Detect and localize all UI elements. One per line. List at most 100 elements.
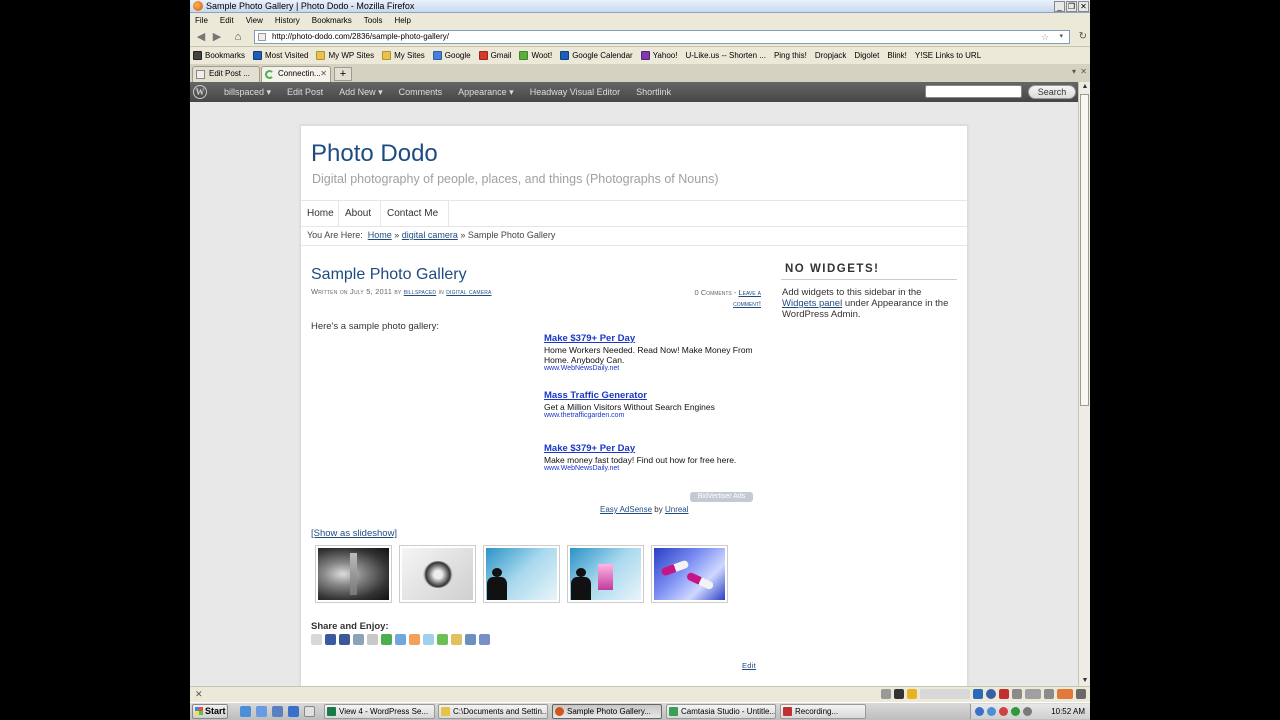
new-tab-button[interactable]: + xyxy=(334,67,352,81)
tray-icon[interactable] xyxy=(987,707,996,716)
bookmark-bookmarks[interactable]: Bookmarks xyxy=(193,51,245,60)
addon-icon[interactable] xyxy=(986,689,996,699)
admin-bar-add-new[interactable]: Add New ▾ xyxy=(339,87,383,98)
scroll-down-icon[interactable]: ▼ xyxy=(1080,676,1090,686)
ad-url[interactable]: www.thetrafficgarden.com xyxy=(544,412,764,419)
ad-url[interactable]: www.WebNewsDaily.net xyxy=(544,465,764,472)
ad-item[interactable]: Make $379+ Per Day Make money fast today… xyxy=(544,443,764,472)
rss-icon[interactable] xyxy=(451,634,462,645)
tray-icon[interactable] xyxy=(999,707,1008,716)
facebook-icon[interactable] xyxy=(339,634,350,645)
ad-item[interactable]: Make $379+ Per Day Home Workers Needed. … xyxy=(544,333,764,372)
bookmark-google-calendar[interactable]: Google Calendar xyxy=(560,51,633,60)
bookmark-digolet[interactable]: Digolet xyxy=(300,51,879,79)
bookmark-yahoo[interactable]: Yahoo! xyxy=(640,51,677,60)
nav-contact[interactable]: Contact Me xyxy=(381,201,449,227)
ad-title[interactable]: Mass Traffic Generator xyxy=(544,390,764,401)
leave-comment-link[interactable]: Leave a comment! xyxy=(733,288,761,308)
bookmark-woot[interactable]: Woot! xyxy=(519,51,552,60)
site-title[interactable]: Photo Dodo xyxy=(311,140,438,168)
taskbar-item-wordpress[interactable]: View 4 - WordPress Se... xyxy=(324,704,435,719)
close-button[interactable]: ✕ xyxy=(1078,1,1089,12)
delicious-icon[interactable] xyxy=(325,634,336,645)
admin-bar-edit-post[interactable]: Edit Post xyxy=(287,87,323,97)
addon-icon[interactable] xyxy=(881,689,891,699)
post-category-link[interactable]: digital camera xyxy=(446,287,491,296)
gallery-thumbnail-pills[interactable] xyxy=(651,545,728,603)
admin-bar-appearance[interactable]: Appearance ▾ xyxy=(458,87,514,98)
widgets-panel-link[interactable]: Widgets panel xyxy=(782,298,842,309)
back-icon[interactable]: ◀ xyxy=(193,29,209,45)
scrollbar-thumb[interactable] xyxy=(1080,94,1089,406)
start-button[interactable]: Start xyxy=(192,704,228,719)
admin-bar-user[interactable]: billspaced ▾ xyxy=(224,87,271,98)
admin-bar-headway-editor[interactable]: Headway Visual Editor xyxy=(530,87,620,97)
admin-search-input[interactable] xyxy=(925,85,1022,98)
admin-search-button[interactable]: Search xyxy=(1028,85,1076,99)
minimize-button[interactable]: _ xyxy=(1054,1,1065,12)
bookmark-blink[interactable]: Blink! xyxy=(300,51,907,79)
mixx-icon[interactable] xyxy=(367,634,378,645)
menu-help[interactable]: Help xyxy=(394,16,410,25)
tray-icon[interactable] xyxy=(1011,707,1020,716)
ad-item[interactable]: Mass Traffic Generator Get a Million Vis… xyxy=(544,390,764,419)
status-close-icon[interactable]: ✕ xyxy=(195,689,203,700)
addon-icon[interactable] xyxy=(894,689,904,699)
unreal-link[interactable]: Unreal xyxy=(665,505,689,514)
menu-edit[interactable]: Edit xyxy=(220,16,234,25)
quicklaunch-icon[interactable] xyxy=(272,706,283,717)
scroll-up-icon[interactable]: ▲ xyxy=(1080,82,1090,92)
bidvertiser-badge[interactable]: BidVertiser Ads xyxy=(690,492,753,502)
bookmark-yse-links[interactable]: Y!SE Links to URL xyxy=(300,51,981,79)
easy-adsense-link[interactable]: Easy AdSense xyxy=(600,505,652,514)
post-title[interactable]: Sample Photo Gallery xyxy=(311,266,467,284)
home-icon[interactable]: ⌂ xyxy=(230,29,246,45)
menu-tools[interactable]: Tools xyxy=(364,16,383,25)
addon-icon[interactable] xyxy=(907,689,917,699)
bookmark-my-wp-sites[interactable]: My WP Sites xyxy=(316,51,374,60)
rating-stars-icon[interactable] xyxy=(920,689,970,699)
tab-edit-post[interactable]: Edit Post ... xyxy=(192,66,260,82)
tab-connecting[interactable]: Connectin... ✕ xyxy=(261,66,331,82)
gallery-thumbnail-xray[interactable] xyxy=(315,545,392,603)
breadcrumb-category[interactable]: digital camera xyxy=(402,230,458,240)
admin-bar-comments[interactable]: Comments xyxy=(399,87,443,97)
print-icon[interactable] xyxy=(311,634,322,645)
vertical-scrollbar[interactable]: ▲ ▼ xyxy=(1078,82,1090,686)
tab-close-icon[interactable]: ✕ xyxy=(320,67,327,81)
post-author-link[interactable]: billspaced xyxy=(404,287,436,296)
menu-history[interactable]: History xyxy=(275,16,300,25)
stumbleupon-icon[interactable] xyxy=(381,634,392,645)
breadcrumb-home[interactable]: Home xyxy=(368,230,392,240)
menu-file[interactable]: File xyxy=(195,16,208,25)
restore-button[interactable]: ❐ xyxy=(1066,1,1077,12)
url-dropdown-icon[interactable]: ▾ xyxy=(1059,31,1063,43)
edit-post-link[interactable]: Edit xyxy=(742,661,756,670)
google-bookmarks-icon[interactable] xyxy=(395,634,406,645)
addon-icon[interactable] xyxy=(1044,689,1054,699)
digg-icon[interactable] xyxy=(353,634,364,645)
addon-icon[interactable] xyxy=(973,689,983,699)
nav-home[interactable]: Home xyxy=(301,201,339,227)
bookmark-my-sites[interactable]: My Sites xyxy=(382,51,425,60)
nav-about[interactable]: About xyxy=(339,201,381,227)
ad-title[interactable]: Make $379+ Per Day xyxy=(544,443,764,454)
addon-icon[interactable] xyxy=(1076,689,1086,699)
address-bar[interactable]: http://photo-dodo.com/2836/sample-photo-… xyxy=(254,30,1070,44)
taskbar-item-firefox[interactable]: Sample Photo Gallery... xyxy=(552,704,662,719)
addon-icon[interactable] xyxy=(999,689,1009,699)
bookmark-most-visited[interactable]: Most Visited xyxy=(253,51,308,60)
show-slideshow-link[interactable]: [Show as slideshow] xyxy=(311,528,397,539)
gallery-thumbnail-stethoscope[interactable] xyxy=(399,545,476,603)
bookmark-google[interactable]: Google xyxy=(432,51,471,60)
quicklaunch-icon[interactable] xyxy=(240,706,251,717)
reddit-icon[interactable] xyxy=(479,634,490,645)
tray-icon[interactable] xyxy=(1023,707,1032,716)
addon-icon[interactable] xyxy=(1025,689,1041,699)
admin-bar-shortlink[interactable]: Shortlink xyxy=(636,87,671,97)
taskbar-item-recording[interactable]: Recording... xyxy=(780,704,866,719)
bookmark-gmail[interactable]: Gmail xyxy=(478,51,511,60)
bookmark-star-icon[interactable]: ☆ xyxy=(1041,31,1049,43)
tray-icon[interactable] xyxy=(975,707,984,716)
forward-icon[interactable]: ▶ xyxy=(209,29,225,45)
